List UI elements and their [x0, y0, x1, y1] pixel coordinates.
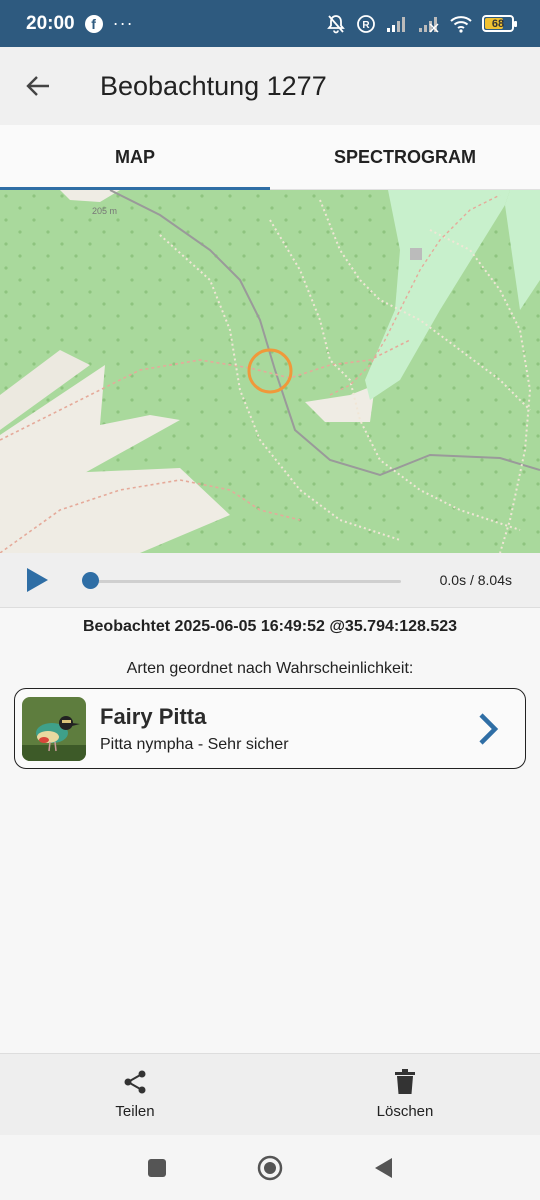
- trash-icon: [395, 1069, 415, 1094]
- observation-info: Beobachtet 2025-06-05 16:49:52 @35.794:1…: [82, 618, 458, 635]
- wifi-icon: [450, 15, 472, 33]
- audio-player: 0.0s / 8.04s: [0, 553, 540, 608]
- system-nav-bar: [0, 1135, 540, 1200]
- status-time: 20:00: [26, 12, 75, 34]
- time-display: 0.0s / 8.04s: [439, 572, 512, 588]
- battery-level: 68: [491, 17, 505, 30]
- species-detail: Pitta nympha - Sehr sicher: [100, 735, 289, 753]
- arrow-left-icon: [26, 76, 49, 96]
- muted-bell-icon: [326, 14, 346, 34]
- progress-thumb[interactable]: [82, 572, 99, 589]
- share-icon: [124, 1070, 146, 1094]
- species-common-name: Fairy Pitta: [100, 703, 207, 729]
- bottom-action-bar: Teilen Löschen: [0, 1053, 540, 1135]
- tab-map[interactable]: MAP: [0, 125, 270, 190]
- chevron-right-icon: [479, 713, 499, 745]
- share-button[interactable]: Teilen: [0, 1054, 270, 1135]
- status-bar: 20:00 f ··· R 68: [0, 0, 540, 47]
- play-icon: [27, 568, 48, 592]
- map-elevation-label: 205 m: [92, 206, 117, 216]
- map-view[interactable]: 205 m: [0, 190, 540, 553]
- species-card[interactable]: Fairy Pitta Pitta nympha - Sehr sicher: [14, 688, 526, 769]
- more-dots-icon: ···: [112, 13, 134, 33]
- circle-home-icon[interactable]: [256, 1154, 284, 1182]
- back-button[interactable]: [0, 47, 76, 125]
- signal-icon-2: [418, 15, 440, 33]
- delete-button[interactable]: Löschen: [270, 1054, 540, 1135]
- svg-text:R: R: [362, 20, 370, 31]
- facebook-icon: f: [84, 14, 103, 33]
- triangle-back-icon[interactable]: [372, 1156, 394, 1180]
- play-button[interactable]: [0, 553, 74, 608]
- tab-bar: MAP SPECTROGRAM: [0, 125, 540, 190]
- share-label: Teilen: [115, 1103, 155, 1120]
- delete-label: Löschen: [376, 1103, 434, 1120]
- app-bar: Beobachtung 1277: [0, 47, 540, 125]
- tab-spectrogram[interactable]: SPECTROGRAM: [270, 125, 540, 189]
- signal-icon: [386, 15, 408, 33]
- species-heading: Arten geordnet nach Wahrscheinlichkeit:: [126, 660, 414, 677]
- registered-icon: R: [356, 14, 376, 34]
- battery-icon: 68: [482, 15, 517, 32]
- bird-thumbnail: [22, 696, 86, 761]
- page-title: Beobachtung 1277: [100, 70, 327, 101]
- progress-track[interactable]: [90, 580, 401, 583]
- square-recents-icon[interactable]: [146, 1157, 168, 1179]
